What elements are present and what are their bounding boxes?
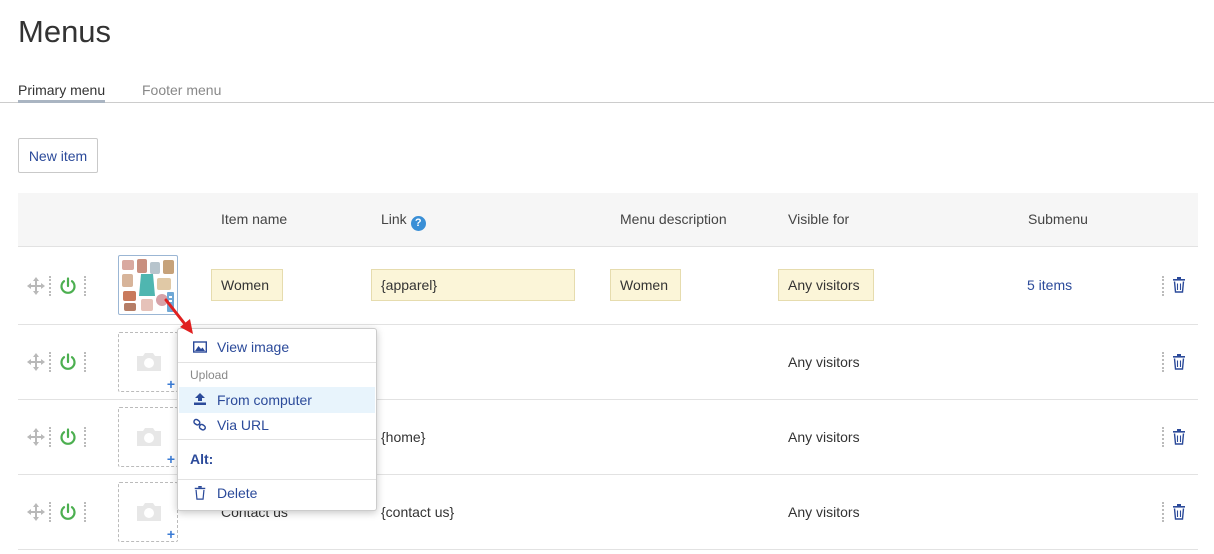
divider [84, 352, 88, 372]
menu-divider [178, 362, 376, 363]
from-computer-label: From computer [217, 392, 312, 408]
via-url-label: Via URL [217, 417, 269, 433]
image-icon [193, 341, 207, 353]
divider [84, 276, 88, 296]
link-value[interactable]: {contact us} [381, 504, 454, 520]
power-icon[interactable] [59, 428, 77, 446]
visible-for-value[interactable]: Any visitors [788, 504, 860, 520]
camera-icon [137, 503, 161, 521]
delete-image-menu-item[interactable]: Delete [179, 481, 375, 505]
menu-divider [178, 479, 376, 480]
header-link-label: Link [381, 211, 407, 227]
tab-footer-menu[interactable]: Footer menu [142, 82, 221, 102]
power-icon[interactable] [59, 353, 77, 371]
divider [84, 502, 88, 522]
image-upload-placeholder[interactable]: + [118, 332, 178, 392]
menu-description-field[interactable]: Women [610, 269, 681, 301]
page-title: Menus [18, 14, 112, 49]
upload-from-computer-menu-item[interactable]: From computer [179, 387, 375, 413]
divider [49, 276, 53, 296]
divider [1162, 276, 1166, 296]
table-header: Item name Link? Menu description Visible… [18, 193, 1198, 247]
divider [1162, 502, 1166, 522]
divider [1162, 427, 1166, 447]
menu-tabs: Primary menu Footer menu [0, 76, 1214, 103]
upload-section-label: Upload [190, 368, 229, 382]
item-name-field[interactable]: Women [211, 269, 283, 301]
camera-icon [137, 353, 161, 371]
divider [49, 352, 53, 372]
delete-label: Delete [217, 485, 258, 501]
move-icon[interactable] [27, 428, 45, 446]
alt-text-label[interactable]: Alt: [190, 451, 213, 467]
divider [49, 427, 53, 447]
header-link: Link? [381, 211, 426, 231]
move-icon[interactable] [27, 277, 45, 295]
upload-via-url-menu-item[interactable]: Via URL [179, 413, 375, 437]
image-context-menu: View image Upload From computer Via URL … [177, 328, 377, 511]
plus-icon: + [166, 451, 175, 467]
plus-icon: + [166, 376, 175, 392]
camera-icon [137, 428, 161, 446]
power-icon[interactable] [59, 277, 77, 295]
header-visible-for: Visible for [788, 211, 850, 227]
image-upload-placeholder[interactable]: + [118, 407, 178, 467]
view-image-label: View image [217, 339, 290, 355]
trash-icon[interactable] [1172, 354, 1186, 370]
link-value[interactable]: {home} [381, 429, 425, 445]
trash-icon [194, 486, 206, 500]
visible-for-select[interactable]: Any visitors [778, 269, 874, 301]
visible-for-value[interactable]: Any visitors [788, 354, 860, 370]
power-icon[interactable] [59, 503, 77, 521]
header-item-name: Item name [221, 211, 288, 227]
move-icon[interactable] [27, 503, 45, 521]
annotation-arrow [164, 298, 193, 334]
trash-icon[interactable] [1172, 277, 1186, 293]
divider [84, 427, 88, 447]
tab-primary-menu[interactable]: Primary menu [18, 82, 106, 103]
header-menu-description: Menu description [620, 211, 727, 227]
visible-for-value[interactable]: Any visitors [788, 429, 860, 445]
view-image-menu-item[interactable]: View image [179, 335, 375, 359]
trash-icon[interactable] [1172, 429, 1186, 445]
new-item-button[interactable]: New item [18, 138, 98, 173]
divider [49, 502, 53, 522]
header-submenu: Submenu [1028, 211, 1088, 227]
link-field[interactable]: {apparel} [371, 269, 575, 301]
image-upload-placeholder[interactable]: + [118, 482, 178, 542]
upload-icon [194, 393, 206, 405]
help-icon[interactable]: ? [410, 216, 426, 231]
submenu-link[interactable]: 5 items [1027, 277, 1072, 293]
divider [1162, 352, 1166, 372]
move-icon[interactable] [27, 353, 45, 371]
link-icon [193, 418, 206, 431]
plus-icon: + [166, 526, 175, 542]
trash-icon[interactable] [1172, 504, 1186, 520]
menu-divider [178, 439, 376, 440]
